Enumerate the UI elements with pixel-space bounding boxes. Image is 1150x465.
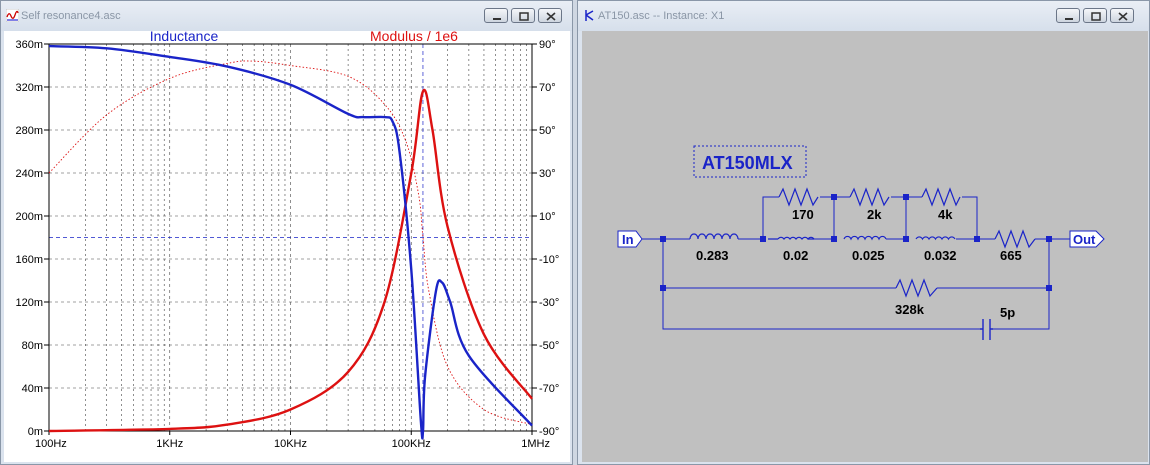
resistor-group[interactable] (778, 187, 1036, 298)
port-in[interactable]: In (617, 230, 643, 248)
resistor-value-label[interactable]: 170 (792, 207, 814, 222)
y-right-tick-label: 50° (539, 125, 556, 137)
x-tick-label: 100Hz (35, 438, 67, 450)
inductor-0032[interactable] (915, 236, 956, 241)
modulus-trace-label[interactable]: Modulus / 1e6 (370, 28, 458, 44)
x-tick-label: 10KHz (274, 438, 307, 450)
inductor-value-label[interactable]: 0.02 (783, 248, 808, 263)
inductance-trace-label[interactable]: Inductance (150, 28, 219, 44)
maximize-button[interactable] (511, 8, 535, 23)
port-in-label: In (622, 232, 634, 247)
schematic-maximize-button[interactable] (1083, 8, 1107, 23)
y-left-tick-label: 0m (28, 426, 43, 438)
plot-canvas[interactable]: 360m 320m 280m 240m 200m 160m 120m 80m 40m 0m 90° 7… (4, 28, 570, 462)
inductor-0025[interactable] (843, 235, 887, 241)
schematic-canvas[interactable]: AT150MLX In Out 0.283 0.02 0.025 0.032 1… (582, 31, 1148, 462)
y-left-tick-label: 120m (15, 297, 43, 309)
capacitor-5p[interactable] (980, 319, 993, 340)
schematic-app-icon (585, 10, 594, 21)
resistor-170[interactable] (778, 187, 819, 207)
resistor-4k[interactable] (921, 187, 961, 207)
plot-grid (49, 44, 532, 431)
y-right-tick-label: -30° (539, 297, 559, 309)
resistor-value-label[interactable]: 665 (1000, 248, 1022, 263)
resistor-2k[interactable] (849, 187, 890, 207)
y-left-tick-label: 240m (15, 168, 43, 180)
x-tick-label: 1MHz (521, 438, 550, 450)
minimize-icon (493, 18, 501, 20)
inductor-value-label[interactable]: 0.032 (924, 248, 957, 263)
y-left-tick-label: 320m (15, 82, 43, 94)
y-right-tick-label: -70° (539, 383, 559, 395)
schematic-close-button[interactable] (1110, 8, 1134, 23)
resistor-value-label[interactable]: 2k (867, 207, 882, 222)
plot-axes: 360m 320m 280m 240m 200m 160m 120m 80m 40m 0m 90° 7… (15, 39, 559, 450)
plot-panel[interactable]: 360m 320m 280m 240m 200m 160m 120m 80m 40m 0m 90° 7… (4, 28, 570, 462)
plot-window-title: Self resonance4.asc (21, 10, 121, 22)
x-tick-label: 100KHz (392, 438, 431, 450)
y-left-tick-label: 200m (15, 211, 43, 223)
y-right-tick-label: -50° (539, 340, 559, 352)
close-icon (1118, 12, 1128, 21)
y-left-tick-label: 40m (22, 383, 43, 395)
maximize-icon (1091, 12, 1101, 21)
plot-window: Self resonance4.asc 360m 320m 280m 240m 200m… (0, 0, 573, 465)
resistor-665[interactable] (994, 229, 1036, 249)
resistor-328k[interactable] (895, 278, 938, 298)
schematic-drawing[interactable]: AT150MLX In Out 0.283 0.02 0.025 0.032 1… (582, 31, 1148, 462)
schematic-window: AT150.asc -- Instance: X1 AT150MLX In Ou… (577, 0, 1150, 465)
y-left-tick-label: 160m (15, 254, 43, 266)
plot-window-titlebar[interactable]: Self resonance4.asc (1, 1, 572, 31)
y-left-tick-label: 280m (15, 125, 43, 137)
waveform-app-icon (6, 9, 19, 22)
x-tick-label: 1KHz (156, 438, 183, 450)
component-name[interactable]: AT150MLX (702, 153, 793, 173)
y-right-tick-label: 30° (539, 168, 556, 180)
inductor-group[interactable] (689, 233, 956, 241)
close-icon (546, 12, 556, 21)
y-left-tick-label: 360m (15, 39, 43, 51)
y-right-tick-label: 10° (539, 211, 556, 223)
capacitor-value-label[interactable]: 5p (1000, 305, 1015, 320)
inductor-value-label[interactable]: 0.025 (852, 248, 885, 263)
port-out[interactable]: Out (1069, 230, 1105, 248)
schematic-window-titlebar[interactable]: AT150.asc -- Instance: X1 (578, 1, 1149, 31)
minimize-icon (1065, 18, 1073, 20)
inductor-value-label[interactable]: 0.283 (696, 248, 729, 263)
y-right-tick-label: -90° (539, 426, 559, 438)
maximize-icon (519, 12, 529, 21)
resistor-value-label[interactable]: 328k (895, 302, 925, 317)
inductor-0283[interactable] (689, 233, 739, 240)
minimize-button[interactable] (484, 8, 508, 23)
y-right-tick-label: 70° (539, 82, 556, 94)
junction-dots (660, 194, 1052, 291)
schematic-minimize-button[interactable] (1056, 8, 1080, 23)
y-right-tick-label: 90° (539, 39, 556, 51)
y-left-tick-label: 80m (22, 340, 43, 352)
y-right-tick-label: -10° (539, 254, 559, 266)
resistor-value-label[interactable]: 4k (938, 207, 953, 222)
close-button[interactable] (538, 8, 562, 23)
schematic-window-title: AT150.asc -- Instance: X1 (598, 10, 725, 22)
port-out-label: Out (1073, 232, 1096, 247)
